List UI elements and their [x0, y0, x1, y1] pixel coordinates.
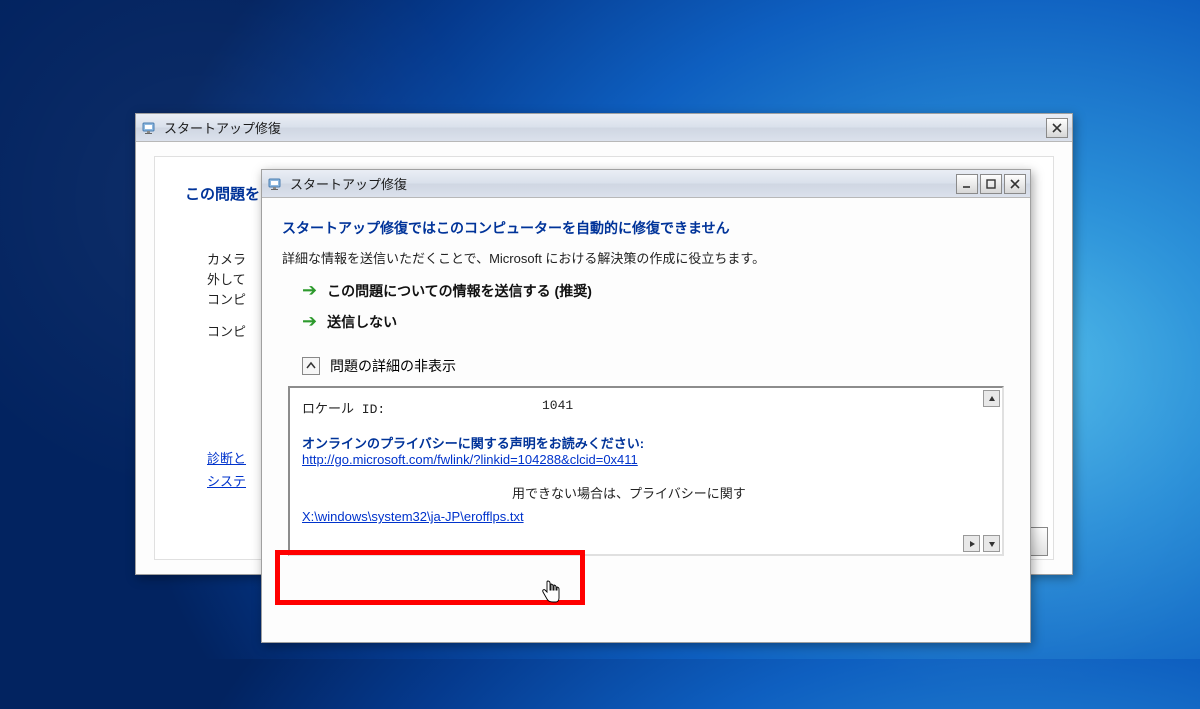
titlebar-back: スタートアップ修復: [136, 114, 1072, 142]
expander-label: 問題の詳細の非表示: [330, 356, 456, 376]
body-frag-4: コンピ: [207, 321, 246, 343]
scroll-up-button[interactable]: [983, 390, 1000, 407]
privacy-heading: オンラインのプライバシーに関する声明をお読みください:: [302, 433, 990, 452]
link-system[interactable]: システ: [207, 470, 246, 493]
arrow-icon: ➔: [302, 280, 317, 301]
title-front: スタートアップ修復: [290, 174, 956, 193]
details-textbox[interactable]: ロケール ID: 1041 オンラインのプライバシーに関する声明をお読みください…: [288, 386, 1004, 556]
titlebar-front: スタートアップ修復: [262, 170, 1030, 198]
body-frag-1: カメラ: [207, 249, 246, 271]
maximize-button[interactable]: [980, 174, 1002, 194]
details-expander[interactable]: 問題の詳細の非表示: [302, 356, 1010, 376]
scroll-down-button[interactable]: [983, 535, 1000, 552]
link-diagnostics[interactable]: 診断と: [207, 447, 246, 470]
repair-icon: [142, 120, 158, 136]
locale-id-value: 1041: [542, 398, 573, 417]
subtext: 詳細な情報を送信いただくことで、Microsoft における解決策の作成に役立ち…: [282, 248, 1010, 270]
title-back: スタートアップ修復: [164, 118, 1046, 137]
body-frag-2: 外して: [207, 269, 246, 291]
privacy-link[interactable]: http://go.microsoft.com/fwlink/?linkid=1…: [302, 452, 638, 467]
offline-file-link[interactable]: X:\windows\system32\ja-JP\erofflps.txt: [302, 509, 524, 524]
close-button[interactable]: [1004, 174, 1026, 194]
option-send-info[interactable]: ➔ この問題についての情報を送信する (推奨): [302, 280, 1010, 301]
arrow-icon: ➔: [302, 311, 317, 332]
heading-front: スタートアップ修復ではこのコンピューターを自動的に修復できません: [282, 218, 1010, 238]
minimize-button[interactable]: [956, 174, 978, 194]
scroll-right-button[interactable]: [963, 535, 980, 552]
startup-repair-window-front: スタートアップ修復 スタートアップ修復ではこのコンピューターを自動的に修復できま…: [261, 169, 1031, 643]
repair-icon: [268, 176, 284, 192]
close-button-back[interactable]: [1046, 118, 1068, 138]
offline-text-fragment: 用できない場合は、プライバシーに関す: [512, 483, 990, 505]
option-dont-send[interactable]: ➔ 送信しない: [302, 311, 1010, 332]
locale-id-label: ロケール ID:: [302, 398, 542, 417]
chevron-up-icon: [302, 357, 320, 375]
body-frag-3: コンピ: [207, 289, 246, 311]
